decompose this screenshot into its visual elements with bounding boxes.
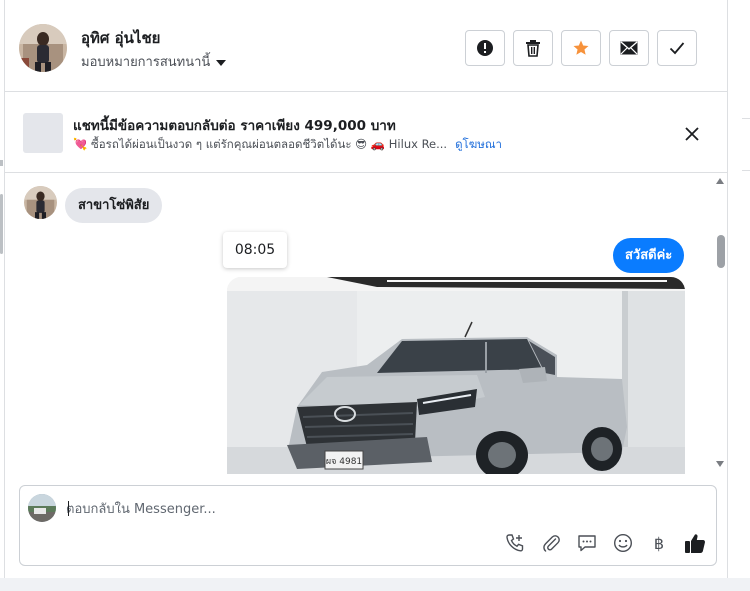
ad-subtitle-row: 💘 ซื้อรถได้ผ่อนเป็นงวด ๆ แต่รักคุณผ่อนตล… [73,136,502,154]
attach-icon [543,535,560,552]
alert-icon [477,40,493,56]
divider [742,170,750,171]
outgoing-message[interactable]: สวัสดีค่ะ [613,238,685,273]
ad-subtitle: 💘 ซื้อรถได้ผ่อนเป็นงวด ๆ แต่รักคุณผ่อนตล… [73,137,448,151]
ad-title: แชทนี้มีข้อความตอบกลับต่อ ราคาเพียง 499,… [73,118,396,134]
ad-context-banner: แชทนี้มีข้อความตอบกลับต่อ ราคาเพียง 499,… [5,93,727,173]
ad-thumbnail[interactable] [23,113,63,153]
thread-scrollbar-thumb[interactable] [717,235,725,268]
assign-label: มอบหมายการสนทนานี้ [81,55,211,70]
assign-conversation-dropdown[interactable]: มอบหมายการสนทนานี้ [81,51,227,72]
scroll-up-arrow[interactable] [716,178,724,184]
view-ad-link[interactable]: ดูโฆษณา [455,136,502,154]
call-add-button[interactable] [504,532,526,554]
close-icon [685,127,699,141]
composer-toolbar: ฿ [504,532,706,554]
page-avatar [28,494,56,522]
like-icon [685,534,705,553]
like-button[interactable] [684,532,706,554]
side-scroll-handle[interactable] [0,194,3,254]
emoji-icon [613,533,633,553]
mark-unread-button[interactable] [609,30,649,66]
reply-input[interactable] [66,499,706,519]
conversation-panel: อุทิศ อุ่นไชย มอบหมายการสนทนานี้ แชทนี้ม… [4,0,728,578]
messenger-window: อุทิศ อุ่นไชย มอบหมายการสนทนานี้ แชทนี้ม… [0,0,750,591]
trash-icon [526,40,540,57]
vehicle-photo-attachment[interactable]: ผจ 4981 [227,277,685,474]
mail-icon [620,41,638,55]
star-button[interactable] [561,30,601,66]
incoming-message[interactable]: สาขาโซ่พิสัย [65,188,163,223]
contact-name[interactable]: อุทิศ อุ่นไชย [81,26,160,50]
bottom-edge [0,578,750,591]
conversation-header: อุทิศ อุ่นไชย มอบหมายการสนทนานี้ [5,0,727,92]
text-cursor [68,501,69,516]
divider [742,118,750,119]
message-thread: สาขาโซ่พิสัย 08:05 สวัสดีค่ะ ผจ 4981 [5,174,727,474]
scroll-marker [0,160,3,166]
mark-spam-button[interactable] [465,30,505,66]
header-actions [465,30,697,66]
side-panel-edge [728,0,750,591]
check-icon [669,42,685,55]
saved-replies-button[interactable] [576,532,598,554]
emoji-button[interactable] [612,532,634,554]
saved-reply-icon [578,535,596,552]
star-icon [573,40,589,55]
contact-avatar[interactable] [19,24,67,72]
close-banner-button[interactable] [681,123,703,145]
license-plate: ผจ 4981 [326,457,362,467]
call-add-icon [506,534,524,552]
reply-composer: ฿ [19,485,717,566]
baht-icon: ฿ [653,533,665,553]
message-timestamp: 08:05 [223,232,287,268]
attach-button[interactable] [540,532,562,554]
caret-down-icon [216,59,227,66]
delete-button[interactable] [513,30,553,66]
sender-avatar [24,186,57,219]
scroll-down-arrow[interactable] [716,461,724,467]
payment-button[interactable]: ฿ [648,532,670,554]
mark-done-button[interactable] [657,30,697,66]
